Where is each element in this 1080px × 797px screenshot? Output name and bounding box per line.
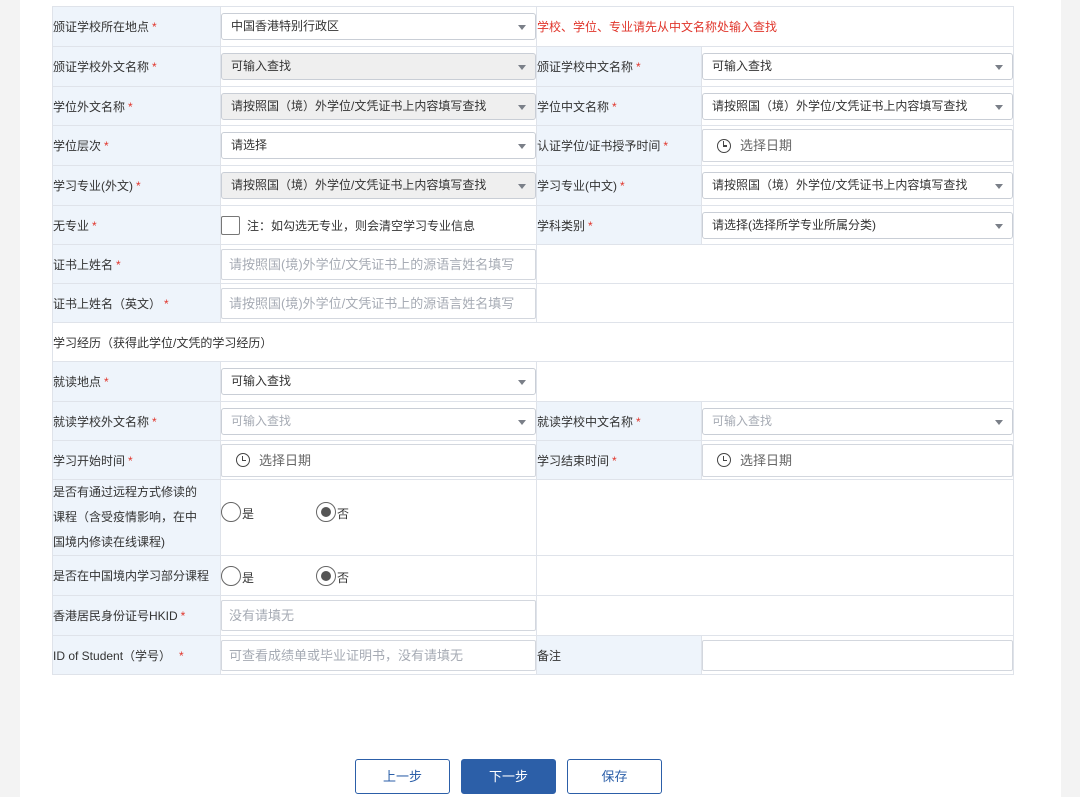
remote-yes-radio[interactable] (221, 501, 241, 522)
row-remote: 是否有通过远程方式修读的 课程（含受疫情影响，在中 国境内修读在线课程) 是 否 (52, 479, 1015, 556)
in-china-yes-option[interactable]: 是 (221, 565, 254, 586)
row-study-section: 学习经历（获得此学位/文凭的学习经历） (51, 322, 1015, 362)
no-major-checkbox[interactable] (221, 215, 240, 235)
major-foreign-select[interactable]: 请按照国（境）外学位/文凭证书上内容填写查找 (221, 172, 536, 199)
hkid-input[interactable]: 没有请填无 (221, 600, 536, 631)
row-study-dates: 学习开始时间 * 选择日期 学习结束时间 * 选择日期 (52, 440, 1015, 480)
chevron-down-icon (995, 65, 1004, 70)
label-remote: 是否有通过远程方式修读的 课程（含受疫情影响，在中 国境内修读在线课程) (52, 479, 221, 556)
row-school-names: 颁证学校外文名称 * 可输入查找 颁证学校中文名称 * 可输入查找 (52, 46, 1015, 87)
row-degree-names: 学位外文名称 * 请按照国（境）外学位/文凭证书上内容填写查找 学位中文名称 * 请… (52, 86, 1015, 126)
row-study-school: 就读学校外文名称 * 可输入查找 就读学校中文名称 * 可输入查找 (52, 401, 1015, 441)
degree-level-select[interactable]: 请选择 (221, 132, 536, 159)
chevron-down-icon (995, 104, 1004, 110)
remote-no-option[interactable]: 否 (316, 501, 349, 522)
label-school-location: 颁证学校所在地点 * (52, 6, 221, 47)
lookup-hint: 学校、学位、专业请先从中文名称处输入查找 (535, 6, 1015, 47)
chevron-down-icon (518, 104, 526, 110)
row-no-major: 无专业 * 注：如勾选无专业，则会清空学习专业信息 学科类别 * 请选择(选择所学专… (52, 205, 1015, 245)
in-china-no-radio[interactable] (316, 565, 337, 586)
remote-no-radio[interactable] (316, 501, 337, 522)
school-foreign-select[interactable]: 可输入查找 (221, 53, 536, 80)
remote-yes-option[interactable]: 是 (221, 501, 254, 522)
subject-category-select[interactable]: 请选择(选择所学专业所属分类) (702, 211, 1014, 239)
degree-cn-select[interactable]: 请按照国（境）外学位/文凭证书上内容填写查找 (702, 92, 1014, 120)
row-degree-level: 学位层次 * 请选择 认证学位/证书授予时间 * 选择日期 (52, 125, 1015, 166)
page-gutter (1061, 0, 1080, 797)
row-hkid: 香港居民身份证号HKID * 没有请填无 (52, 595, 1015, 636)
chevron-down-icon (518, 25, 526, 30)
row-student-id: ID of Student（学号） * 可查看成绩单或毕业证明书，没有请填无 备注 (52, 635, 1015, 675)
row-study-location: 就读地点 * 可输入查找 (52, 361, 1015, 402)
chevron-down-icon (518, 380, 526, 385)
row-cert-name: 证书上姓名 * 请按照国(境)外学位/文凭证书上的源语言姓名填写 (52, 244, 1015, 284)
chevron-down-icon (518, 144, 526, 149)
chevron-down-icon (995, 184, 1004, 189)
cert-name-en-input[interactable]: 请按照国(境)外学位/文凭证书上的源语言姓名填写 (221, 287, 536, 319)
save-button[interactable]: 保存 (567, 759, 662, 794)
next-step-button[interactable]: 下一步 (461, 759, 556, 794)
study-school-foreign-select[interactable]: 可输入查找 (221, 407, 536, 435)
clock-icon (717, 138, 731, 153)
study-location-select[interactable]: 可输入查找 (221, 368, 536, 395)
education-form-table: 颁证学校所在地点 * 中国香港特别行政区 学校、学位、专业请先从中文名称处输入查找… (51, 6, 1015, 675)
row-majors: 学习专业(外文) * 请按照国（境）外学位/文凭证书上内容填写查找 学习专业(中文… (52, 165, 1015, 206)
study-school-cn-select[interactable]: 可输入查找 (702, 407, 1014, 435)
end-date-picker[interactable]: 选择日期 (702, 443, 1014, 477)
chevron-down-icon (995, 419, 1004, 425)
in-china-yes-radio[interactable] (221, 565, 241, 586)
school-cn-select[interactable]: 可输入查找 (702, 53, 1014, 80)
chevron-down-icon (518, 419, 526, 425)
section-title: 学习经历（获得此学位/文凭的学习经历） (51, 322, 1015, 362)
cert-name-input[interactable]: 请按照国(境)外学位/文凭证书上的源语言姓名填写 (221, 248, 536, 280)
row-in-china: 是否在中国境内学习部分课程 是 否 (52, 555, 1015, 596)
major-cn-select[interactable]: 请按照国（境）外学位/文凭证书上内容填写查找 (702, 172, 1014, 199)
prev-step-button[interactable]: 上一步 (355, 759, 450, 794)
chevron-down-icon (995, 223, 1004, 229)
in-china-no-option[interactable]: 否 (316, 565, 349, 586)
chevron-down-icon (518, 184, 526, 189)
row-cert-name-en: 证书上姓名（英文） * 请按照国(境)外学位/文凭证书上的源语言姓名填写 (52, 283, 1015, 323)
award-date-picker[interactable]: 选择日期 (702, 129, 1014, 162)
clock-icon (717, 453, 731, 467)
school-location-select[interactable]: 中国香港特别行政区 (221, 13, 536, 40)
degree-foreign-select[interactable]: 请按照国（境）外学位/文凭证书上内容填写查找 (221, 92, 536, 120)
chevron-down-icon (518, 65, 526, 70)
clock-icon (236, 453, 250, 467)
student-id-input[interactable]: 可查看成绩单或毕业证明书，没有请填无 (221, 639, 536, 671)
row-school-location: 颁证学校所在地点 * 中国香港特别行政区 学校、学位、专业请先从中文名称处输入查找 (52, 6, 1015, 47)
remarks-input[interactable] (702, 639, 1014, 671)
start-date-picker[interactable]: 选择日期 (221, 443, 536, 477)
